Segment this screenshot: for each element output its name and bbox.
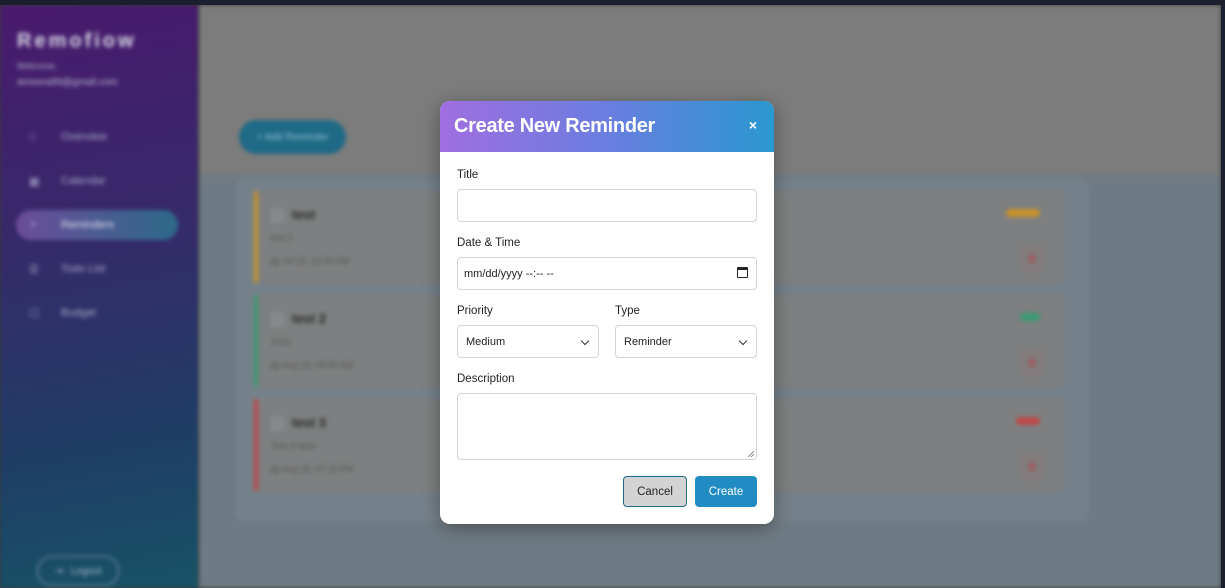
sidebar-item-overview[interactable]: ⌂ Overview: [16, 122, 178, 152]
priority-badge: medium: [1006, 209, 1040, 217]
type-select[interactable]: Reminder: [615, 325, 757, 358]
priority-badge: low: [1020, 313, 1040, 321]
type-label: Type: [615, 305, 640, 317]
trash-icon: 🗑: [1026, 253, 1038, 264]
trash-icon: 🗑: [1026, 461, 1038, 472]
logout-label: Logout: [70, 565, 102, 577]
calendar-icon: ▦: [29, 175, 40, 188]
sidebar-item-calendar[interactable]: ▦ Calendar: [16, 166, 178, 196]
sidebar-item-todo[interactable]: ☰ Todo List: [16, 254, 178, 284]
add-reminder-button[interactable]: + Add Reminder: [239, 120, 346, 154]
calendar-icon[interactable]: [737, 267, 748, 278]
sidebar-item-label: Calendar: [61, 175, 106, 187]
reminder-title: test: [292, 207, 316, 222]
cancel-button[interactable]: Cancel: [623, 476, 687, 507]
welcome-text: Welcome,: [17, 61, 57, 71]
clock-icon: ◔: [29, 219, 36, 231]
complete-checkbox[interactable]: [271, 313, 284, 326]
datetime-placeholder: mm/dd/yyyy --:-- --: [464, 267, 554, 280]
modal-header: Create New Reminder ×: [440, 101, 774, 152]
logout-icon: ⇥: [54, 565, 63, 577]
list-icon: ☰: [29, 263, 39, 276]
priority-select[interactable]: Medium: [457, 325, 599, 358]
reminder-title: test 2: [292, 311, 326, 326]
priority-badge: high: [1016, 417, 1040, 425]
datetime-label: Date & Time: [457, 237, 521, 249]
resize-handle-icon[interactable]: [748, 451, 754, 457]
priority-value: Medium: [466, 335, 506, 348]
sidebar-item-label: Reminders: [61, 219, 115, 231]
description-label: Description: [457, 373, 515, 385]
brand-logo: Remofiow: [17, 30, 137, 52]
title-label: Title: [457, 169, 479, 181]
delete-button[interactable]: 🗑: [1022, 457, 1042, 477]
user-email: ameera99@gmail.com: [17, 77, 118, 88]
type-value: Reminder: [624, 335, 672, 348]
logout-button[interactable]: ⇥ Logout: [37, 556, 119, 586]
reminder-description: Test 3 desc: [271, 441, 317, 451]
sidebar: Remofiow Welcome, ameera99@gmail.com ⌂ O…: [0, 5, 199, 588]
priority-bar: [254, 399, 258, 491]
wallet-icon: ☐: [29, 307, 39, 320]
sidebar-item-label: Budget: [61, 307, 96, 319]
priority-label: Priority: [457, 305, 493, 317]
create-reminder-modal: Create New Reminder × Title Date & Time …: [440, 101, 774, 524]
complete-checkbox[interactable]: [271, 417, 284, 430]
window-top-edge: [0, 0, 1225, 5]
create-button[interactable]: Create: [695, 476, 757, 507]
reminder-date: ▤ Jul 15, 10:30 AM: [271, 256, 350, 266]
home-icon: ⌂: [29, 131, 36, 143]
chevron-down-icon: [580, 336, 590, 346]
sidebar-item-label: Overview: [61, 131, 107, 143]
sidebar-item-budget[interactable]: ☐ Budget: [16, 298, 178, 328]
reminder-description: test 1: [271, 233, 294, 243]
reminder-title: test 3: [292, 415, 326, 430]
datetime-input[interactable]: mm/dd/yyyy --:-- --: [457, 257, 757, 290]
reminder-description: 2222: [271, 337, 292, 347]
delete-button[interactable]: 🗑: [1022, 353, 1042, 373]
priority-bar: [254, 191, 258, 283]
complete-checkbox[interactable]: [271, 209, 284, 222]
description-textarea[interactable]: [457, 393, 757, 460]
reminder-date: ▤ Aug 22, 07:15 PM: [271, 464, 354, 474]
priority-bar: [254, 295, 258, 387]
sidebar-item-label: Todo List: [61, 263, 106, 275]
title-input[interactable]: [457, 189, 757, 222]
trash-icon: 🗑: [1026, 357, 1038, 368]
sidebar-item-reminders[interactable]: ◔ Reminders: [16, 210, 178, 240]
modal-title: Create New Reminder: [454, 115, 656, 137]
close-icon[interactable]: ×: [744, 115, 762, 135]
window-right-edge: [1221, 0, 1225, 588]
chevron-down-icon: [738, 336, 748, 346]
delete-button[interactable]: 🗑: [1022, 249, 1042, 269]
reminder-date: ▤ Aug 13, 08:00 AM: [271, 360, 354, 370]
